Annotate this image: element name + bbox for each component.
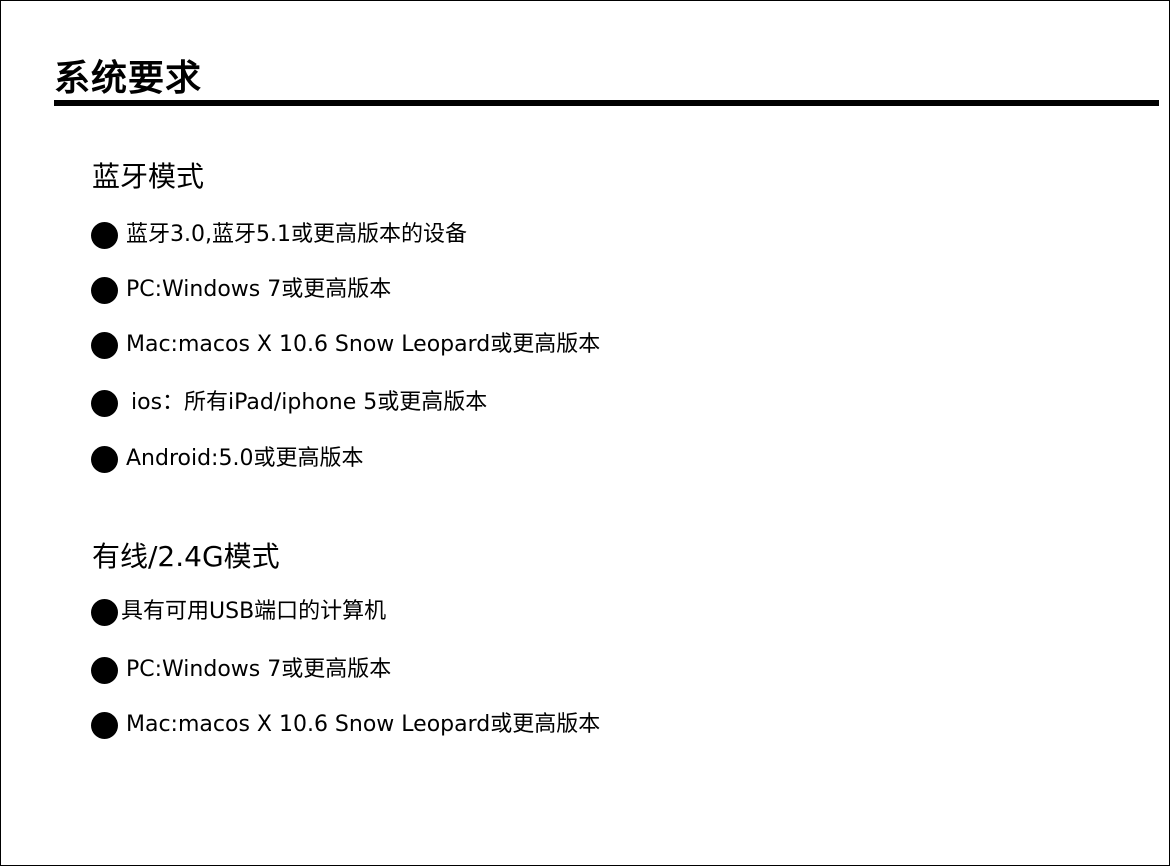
list-item: ios：所有iPad/iphone 5或更高版本 bbox=[91, 388, 487, 418]
list-item-text: 蓝牙3.0,蓝牙5.1或更高版本的设备 bbox=[126, 222, 467, 247]
list-item: Mac:macos X 10.6 Snow Leopard或更高版本 bbox=[91, 330, 600, 360]
bullet-icon bbox=[91, 656, 118, 684]
list-item: 具有可用USB端口的计算机 bbox=[91, 597, 386, 627]
page: 系统要求 蓝牙模式 蓝牙3.0,蓝牙5.1或更高版本的设备 PC:Windows… bbox=[0, 0, 1170, 866]
list-item: 蓝牙3.0,蓝牙5.1或更高版本的设备 bbox=[91, 220, 467, 250]
bullet-icon bbox=[91, 331, 118, 359]
list-item-text: ios：所有iPad/iphone 5或更高版本 bbox=[131, 390, 488, 415]
section-title-bluetooth: 蓝牙模式 bbox=[92, 160, 205, 193]
list-item: PC:Windows 7或更高版本 bbox=[91, 655, 391, 685]
title-underline-divider bbox=[54, 100, 1159, 106]
list-item-text: Mac:macos X 10.6 Snow Leopard或更高版本 bbox=[126, 332, 601, 357]
page-title: 系统要求 bbox=[54, 58, 203, 99]
list-item-text: PC:Windows 7或更高版本 bbox=[126, 657, 392, 682]
bullet-icon bbox=[91, 598, 118, 626]
list-item-text: PC:Windows 7或更高版本 bbox=[126, 277, 392, 302]
bullet-icon bbox=[91, 276, 118, 304]
list-item-text: Mac:macos X 10.6 Snow Leopard或更高版本 bbox=[126, 712, 601, 737]
list-item: Android:5.0或更高版本 bbox=[91, 444, 363, 474]
bullet-icon bbox=[91, 389, 118, 417]
list-item-text: Android:5.0或更高版本 bbox=[126, 446, 364, 471]
list-item: Mac:macos X 10.6 Snow Leopard或更高版本 bbox=[91, 710, 600, 740]
section-title-wired: 有线/2.4G模式 bbox=[92, 540, 280, 573]
list-item-text: 具有可用USB端口的计算机 bbox=[121, 599, 387, 624]
bullet-icon bbox=[91, 711, 118, 739]
bullet-icon bbox=[91, 221, 118, 249]
bullet-icon bbox=[91, 445, 118, 473]
list-item: PC:Windows 7或更高版本 bbox=[91, 275, 391, 305]
